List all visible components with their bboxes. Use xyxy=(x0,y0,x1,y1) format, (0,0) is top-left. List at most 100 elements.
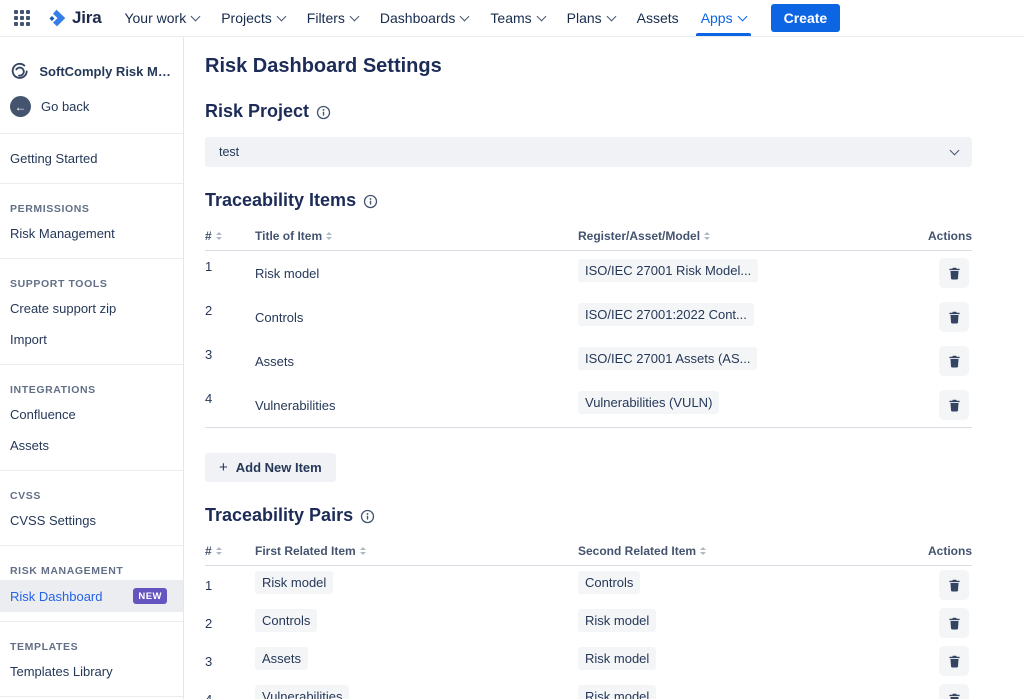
item-title: Risk model xyxy=(255,266,578,281)
row-number: 3 xyxy=(205,654,255,669)
chevron-down-icon xyxy=(276,11,286,21)
sidebar-item-create-support-zip[interactable]: Create support zip xyxy=(0,293,183,324)
plus-icon: + xyxy=(219,460,228,475)
nav-item-your-work[interactable]: Your work xyxy=(115,0,208,36)
register-value[interactable]: ISO/IEC 27001 Assets (AS... xyxy=(578,347,757,370)
sidebar-item-assets[interactable]: Assets xyxy=(0,430,183,461)
traceability-pairs-table: # First Related Item Second Related Item… xyxy=(205,538,972,699)
sidebar-item-import[interactable]: Import xyxy=(0,324,183,355)
selected-project-value: test xyxy=(219,145,239,159)
add-new-item-button[interactable]: + Add New Item xyxy=(205,453,336,482)
nav-item-assets[interactable]: Assets xyxy=(628,0,688,36)
sidebar-item-label: Assets xyxy=(10,438,49,453)
nav-item-projects[interactable]: Projects xyxy=(212,0,294,36)
trash-icon xyxy=(947,354,962,369)
nav-item-dashboards[interactable]: Dashboards xyxy=(371,0,478,36)
sidebar-go-back[interactable]: ← Go back xyxy=(0,89,183,124)
delete-button[interactable] xyxy=(939,684,969,699)
column-header-num[interactable]: # xyxy=(205,229,255,243)
sidebar-item-label: Risk Management xyxy=(10,226,115,241)
second-related-item[interactable]: Risk model xyxy=(578,647,656,670)
add-new-item-label: Add New Item xyxy=(236,460,322,475)
sidebar-item-label: Templates Library xyxy=(10,664,113,679)
sort-icon xyxy=(326,232,332,240)
first-related-item[interactable]: Risk model xyxy=(255,571,333,594)
traceability-items-heading: Traceability Items xyxy=(205,190,356,211)
create-button[interactable]: Create xyxy=(771,4,841,32)
sidebar-item-label: Getting Started xyxy=(10,151,97,166)
first-related-item[interactable]: Vulnerabilities xyxy=(255,685,349,699)
chevron-down-icon xyxy=(191,11,201,21)
sort-icon xyxy=(216,232,222,240)
sidebar-item-templates-library[interactable]: Templates Library xyxy=(0,656,183,687)
sidebar-item-getting-started[interactable]: Getting Started xyxy=(0,143,183,174)
delete-button[interactable] xyxy=(939,390,969,420)
register-value[interactable]: ISO/IEC 27001 Risk Model... xyxy=(578,259,758,282)
trash-icon xyxy=(947,578,962,593)
second-related-item[interactable]: Controls xyxy=(578,571,640,594)
new-badge: NEW xyxy=(133,588,167,604)
info-icon[interactable] xyxy=(363,194,378,209)
column-header-register[interactable]: Register/Asset/Model xyxy=(578,229,890,243)
info-icon[interactable] xyxy=(360,509,375,524)
sidebar-section-risk-management: RISK MANAGEMENT xyxy=(0,555,183,580)
divider xyxy=(0,545,183,546)
nav-item-plans[interactable]: Plans xyxy=(558,0,624,36)
column-header-first[interactable]: First Related Item xyxy=(255,544,578,558)
delete-button[interactable] xyxy=(939,302,969,332)
row-number: 3 xyxy=(205,339,255,362)
trash-icon xyxy=(947,616,962,631)
page-title: Risk Dashboard Settings xyxy=(205,55,972,78)
sidebar-section-cvss: CVSS xyxy=(0,480,183,505)
second-related-item[interactable]: Risk model xyxy=(578,609,656,632)
divider xyxy=(0,183,183,184)
table-row: 1 Risk model ISO/IEC 27001 Risk Model... xyxy=(205,251,972,295)
sidebar-item-confluence[interactable]: Confluence xyxy=(0,399,183,430)
divider xyxy=(0,364,183,365)
column-header-second[interactable]: Second Related Item xyxy=(578,544,890,558)
column-header-title[interactable]: Title of Item xyxy=(255,229,578,243)
first-related-item[interactable]: Controls xyxy=(255,609,317,632)
delete-button[interactable] xyxy=(939,570,969,600)
row-number: 4 xyxy=(205,383,255,406)
sidebar-item-label: CVSS Settings xyxy=(10,513,96,528)
table-row: 3 Assets Risk model xyxy=(205,642,972,680)
second-related-item[interactable]: Risk model xyxy=(578,685,656,699)
delete-button[interactable] xyxy=(939,346,969,376)
divider xyxy=(0,258,183,259)
sidebar-item-risk-dashboard[interactable]: Risk Dashboard NEW xyxy=(0,580,183,612)
table-header-row: # Title of Item Register/Asset/Model Act… xyxy=(205,223,972,251)
trash-icon xyxy=(947,266,962,281)
risk-project-select[interactable]: test xyxy=(205,137,972,167)
nav-item-apps[interactable]: Apps xyxy=(692,0,755,36)
softcomply-logo-icon xyxy=(10,60,29,82)
first-related-item[interactable]: Assets xyxy=(255,647,308,670)
item-title: Assets xyxy=(255,354,578,369)
sort-icon xyxy=(704,232,710,240)
sidebar-app-title[interactable]: SoftComply Risk Mana... xyxy=(0,53,183,89)
row-number: 4 xyxy=(205,692,255,699)
register-value[interactable]: Vulnerabilities (VULN) xyxy=(578,391,719,414)
delete-button[interactable] xyxy=(939,258,969,288)
sidebar-section-templates: TEMPLATES xyxy=(0,631,183,656)
jira-logo[interactable]: Jira xyxy=(44,8,107,29)
app-switcher-icon[interactable] xyxy=(8,4,36,32)
delete-button[interactable] xyxy=(939,608,969,638)
sidebar-section-permissions: PERMISSIONS xyxy=(0,193,183,218)
delete-button[interactable] xyxy=(939,646,969,676)
top-navbar: Jira Your work Projects Filters Dashboar… xyxy=(0,0,1024,37)
sidebar-item-risk-management[interactable]: Risk Management xyxy=(0,218,183,249)
register-value[interactable]: ISO/IEC 27001:2022 Cont... xyxy=(578,303,754,326)
nav-item-label: Dashboards xyxy=(380,10,456,26)
column-header-num[interactable]: # xyxy=(205,544,255,558)
nav-item-filters[interactable]: Filters xyxy=(298,0,367,36)
sidebar-item-label: Import xyxy=(10,332,47,347)
sidebar-item-cvss-settings[interactable]: CVSS Settings xyxy=(0,505,183,536)
nav-item-label: Your work xyxy=(124,10,186,26)
info-icon[interactable] xyxy=(316,105,331,120)
chevron-down-icon xyxy=(950,145,960,155)
nav-item-teams[interactable]: Teams xyxy=(481,0,553,36)
item-title: Controls xyxy=(255,310,578,325)
trash-icon xyxy=(947,310,962,325)
item-title: Vulnerabilities xyxy=(255,398,578,413)
